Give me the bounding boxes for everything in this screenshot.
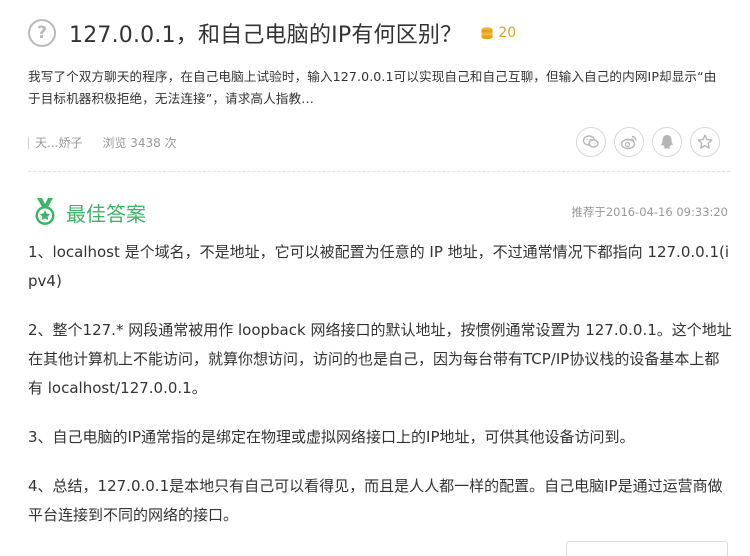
answer-paragraph: 2、整个127.* 网段通常被用作 loopback 网络接口的默认地址，按惯例… (28, 321, 732, 397)
answer-paragraph: 4、总结，127.0.0.1是本地只有自己可以看得见，而且是人人都一样的配置。自… (28, 477, 723, 524)
qq-icon (661, 135, 673, 149)
question-header: ? 127.0.0.1，和自己电脑的IP有何区别？ 20 (28, 15, 730, 51)
section-divider (28, 171, 730, 172)
question-circle-icon: ? (28, 19, 56, 47)
star-icon (697, 134, 713, 149)
answer-paragraph: 3、自己电脑的IP通常指的是绑定在物理或虚拟网络接口上的IP地址，可供其他设备访… (28, 428, 635, 446)
share-wechat-button[interactable] (576, 127, 606, 157)
share-qq-button[interactable] (652, 127, 682, 157)
weibo-icon (620, 135, 637, 150)
best-answer-title: 最佳答案 (66, 201, 146, 226)
author-link[interactable]: 天...娇子 (35, 134, 82, 151)
coin-stack-icon (481, 27, 493, 40)
recommended-time: 推荐于2016-04-16 09:33:20 (571, 205, 728, 219)
question-meta: 天...娇子 浏览 3438 次 (28, 134, 177, 151)
share-bar (568, 127, 720, 157)
wechat-icon (582, 135, 599, 148)
meta-separator (28, 136, 29, 149)
share-weibo-button[interactable] (614, 127, 644, 157)
reward-amount: 20 (498, 25, 517, 41)
medal-icon (35, 198, 55, 225)
answer-body: 1、localhost 是个域名，不是地址，它可以被配置为任意的 IP 地址，不… (28, 238, 733, 550)
partial-button[interactable] (566, 541, 728, 556)
answer-paragraph: 1、localhost 是个域名，不是地址，它可以被配置为任意的 IP 地址，不… (28, 243, 730, 290)
favorite-button[interactable] (690, 127, 720, 157)
view-count: 浏览 3438 次 (102, 136, 177, 150)
question-description: 我写了个双方聊天的程序，在自己电脑上试验时，输入127.0.0.1可以实现自己和… (28, 69, 717, 106)
question-title: 127.0.0.1，和自己电脑的IP有何区别？ (69, 23, 463, 48)
best-answer-header: 最佳答案 推荐于2016-04-16 09:33:20 (32, 196, 728, 228)
reward-badge: 20 (480, 25, 516, 41)
